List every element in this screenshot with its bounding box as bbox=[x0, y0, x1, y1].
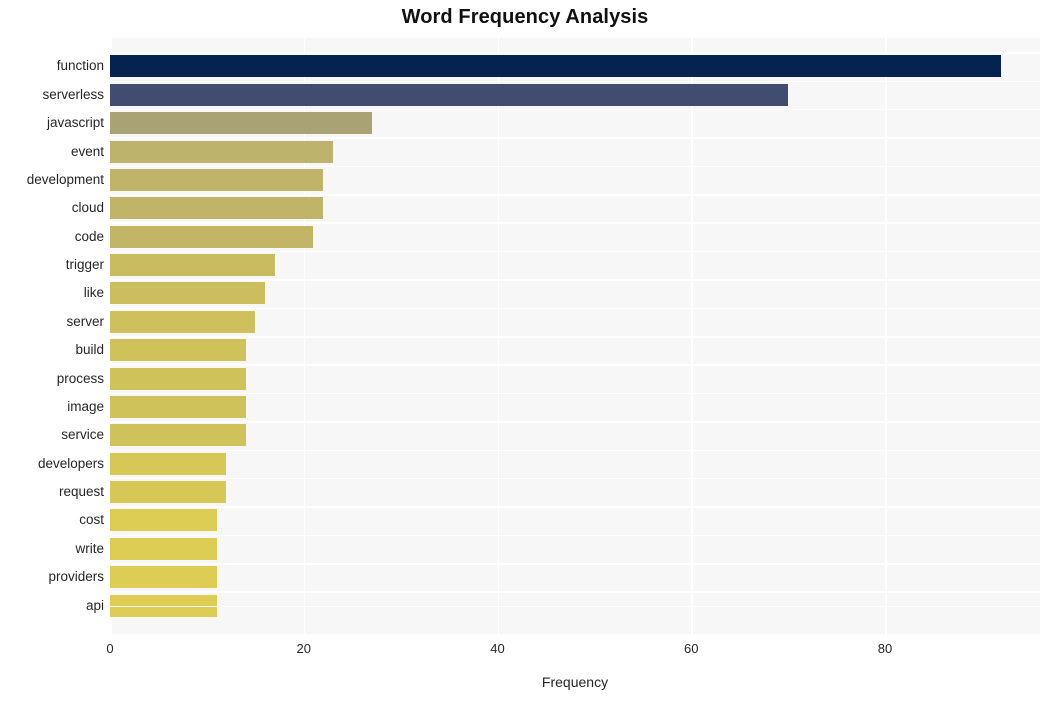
y-gridline bbox=[110, 194, 1040, 196]
bar-serverless[interactable] bbox=[110, 83, 789, 106]
y-gridline bbox=[110, 80, 1040, 83]
y-axis-category-labels: function serverless javascript event develop… bbox=[0, 38, 104, 634]
y-axis-label-write: write bbox=[75, 540, 104, 556]
y-gridline bbox=[110, 449, 1040, 452]
y-gridline bbox=[110, 165, 1040, 168]
bar-write[interactable] bbox=[110, 537, 217, 560]
x-tick-40: 40 bbox=[490, 641, 505, 656]
y-axis-label-trigger: trigger bbox=[65, 257, 104, 273]
y-gridline bbox=[110, 421, 1040, 423]
y-gridline bbox=[110, 364, 1040, 366]
bar-process[interactable] bbox=[110, 367, 246, 390]
y-gridline bbox=[110, 279, 1040, 281]
y-gridline bbox=[110, 392, 1040, 395]
y-axis-label-cost: cost bbox=[79, 512, 104, 528]
y-gridline bbox=[110, 307, 1040, 310]
bar-like[interactable] bbox=[110, 282, 265, 305]
x-axis-tick-labels: 0 20 40 60 80 bbox=[0, 641, 1050, 663]
y-axis-label-image: image bbox=[67, 398, 104, 414]
bar-development[interactable] bbox=[110, 168, 324, 191]
y-gridline bbox=[110, 250, 1040, 253]
bar-cloud[interactable] bbox=[110, 197, 324, 220]
bar-developers[interactable] bbox=[110, 452, 227, 475]
y-axis-label-process: process bbox=[56, 370, 104, 386]
y-gridline bbox=[110, 477, 1040, 480]
y-gridline bbox=[110, 222, 1040, 224]
bar-function[interactable] bbox=[110, 55, 1002, 78]
y-gridline bbox=[110, 563, 1040, 565]
chart-title: Word Frequency Analysis bbox=[401, 6, 649, 28]
x-axis-title: Frequency bbox=[541, 674, 609, 690]
bar-server[interactable] bbox=[110, 310, 256, 333]
bar-providers[interactable] bbox=[110, 566, 217, 589]
y-axis-label-like: like bbox=[83, 285, 104, 301]
y-gridline bbox=[110, 534, 1040, 537]
bar-build[interactable] bbox=[110, 339, 246, 362]
bar-trigger[interactable] bbox=[110, 254, 275, 277]
y-axis-label-server: server bbox=[66, 313, 104, 329]
bar-javascript[interactable] bbox=[110, 112, 372, 135]
y-gridline bbox=[110, 52, 1040, 54]
y-gridline bbox=[110, 137, 1040, 139]
y-gridline bbox=[110, 506, 1040, 508]
bar-cost[interactable] bbox=[110, 509, 217, 532]
y-axis-label-build: build bbox=[75, 342, 104, 358]
x-tick-20: 20 bbox=[296, 641, 311, 656]
y-axis-label-serverless: serverless bbox=[42, 86, 104, 102]
y-axis-label-javascript: javascript bbox=[46, 115, 104, 131]
y-axis-label-developers: developers bbox=[37, 455, 104, 471]
y-axis-label-function: function bbox=[56, 58, 104, 74]
y-axis-label-code: code bbox=[74, 228, 104, 244]
y-axis-label-api: api bbox=[85, 597, 104, 613]
y-axis-label-request: request bbox=[58, 484, 104, 500]
bar-request[interactable] bbox=[110, 481, 227, 504]
bar-event[interactable] bbox=[110, 140, 333, 163]
y-axis-label-service: service bbox=[61, 427, 104, 443]
y-gridline bbox=[110, 108, 1040, 111]
y-axis-label-cloud: cloud bbox=[71, 200, 104, 216]
x-tick-0: 0 bbox=[106, 641, 114, 656]
y-gridline bbox=[110, 336, 1040, 338]
bar-image[interactable] bbox=[110, 395, 246, 418]
y-axis-label-providers: providers bbox=[48, 569, 104, 585]
x-tick-60: 60 bbox=[684, 641, 699, 656]
y-gridline bbox=[110, 605, 1040, 608]
y-axis-label-development: development bbox=[26, 171, 104, 187]
bar-code[interactable] bbox=[110, 225, 314, 248]
bar-service[interactable] bbox=[110, 424, 246, 447]
y-axis-label-event: event bbox=[70, 143, 104, 159]
word-frequency-chart-figure: Word Frequency Analysis function serverle… bbox=[0, 0, 1050, 701]
y-gridline bbox=[110, 591, 1040, 593]
x-tick-80: 80 bbox=[877, 641, 893, 656]
plot-area bbox=[110, 38, 1040, 634]
